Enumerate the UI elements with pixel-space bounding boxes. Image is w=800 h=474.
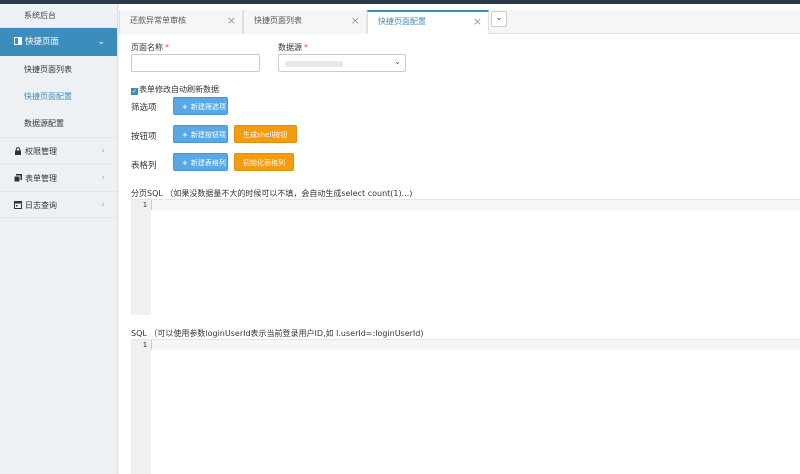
sidebar-item-quick-page-list[interactable]: 快捷页面列表 — [0, 56, 117, 83]
page-name-label: 页面名称 * — [131, 42, 169, 53]
label-text: 数据源 — [278, 43, 302, 52]
tab-label: 快捷页面列表 — [254, 16, 302, 25]
sql-label: SQL （可以使用参数loginUserId表示当前登录用户ID,如 l.use… — [131, 328, 424, 339]
plus-icon: + — [182, 159, 188, 167]
chevron-down-icon: ⌄ — [97, 37, 105, 47]
sidebar-group-logs[interactable]: 日志查询 › — [0, 191, 117, 218]
add-column-button[interactable]: + 新建表格列 — [173, 153, 228, 171]
tab-quick-page-config[interactable]: 快捷页面配置 × — [367, 10, 489, 34]
button-row-label: 按钮项 — [131, 132, 157, 142]
add-button-button[interactable]: + 新建按钮项 — [173, 125, 228, 143]
editor-active-line[interactable] — [151, 200, 800, 210]
line-number: 1 — [142, 341, 147, 349]
required-mark: * — [304, 43, 308, 52]
filter-row-label: 筛选项 — [131, 103, 157, 113]
sidebar: 系统后台 快捷页面 ⌄ 快捷页面列表 快捷页面配置 数据源配置 权限管理 › 表… — [0, 4, 118, 474]
label-text: 页面名称 — [131, 43, 163, 52]
copy-icon — [13, 166, 22, 183]
label-text: 分页SQL — [131, 189, 163, 198]
plus-icon: + — [182, 131, 188, 139]
chevron-right-icon: › — [101, 146, 105, 156]
chevron-down-icon: ⌄ — [394, 57, 401, 66]
editor-gutter — [131, 200, 151, 315]
close-icon[interactable]: × — [473, 12, 482, 32]
line-number: 1 — [142, 201, 147, 209]
sidebar-item-quick-page-config[interactable]: 快捷页面配置 — [0, 83, 117, 110]
tab-quick-page-list[interactable]: 快捷页面列表 × — [243, 10, 367, 34]
close-icon[interactable]: × — [227, 10, 236, 32]
init-columns-button[interactable]: 初始化表格列 — [234, 153, 294, 171]
sidebar-item-datasource-config[interactable]: 数据源配置 — [0, 110, 117, 137]
editor-active-line[interactable] — [151, 340, 800, 350]
chevron-right-icon: › — [101, 173, 105, 183]
sql-editor[interactable]: 1 — [131, 339, 800, 474]
generate-shell-button[interactable]: 生成shell按钮 — [234, 125, 297, 143]
check-icon: ✓ — [131, 88, 138, 95]
button-label: 新建表格列 — [190, 159, 226, 167]
button-label: 新建筛选项 — [190, 103, 226, 111]
add-filter-button[interactable]: + 新建筛选项 — [173, 97, 228, 115]
label-text: SQL — [131, 329, 147, 338]
datasource-select[interactable]: ⌄ — [278, 54, 406, 72]
tab-repayment-audit[interactable]: 还款异常单审核 × — [119, 10, 243, 34]
required-mark: * — [165, 43, 169, 52]
main-panel: 还款异常单审核 × 快捷页面列表 × 快捷页面配置 × ⌄ 页面名称 * 数据源 *… — [119, 4, 800, 474]
tab-label: 还款异常单审核 — [130, 16, 186, 25]
chevron-down-icon[interactable]: ⌄ — [491, 11, 507, 27]
paging-sql-label: 分页SQL （如果没数据量不大的时候可以不填，会自动生成select count… — [131, 188, 412, 199]
auto-refresh-label: 表单修改自动刷新数据 — [139, 85, 219, 94]
tab-label: 快捷页面配置 — [378, 17, 426, 26]
auto-refresh-checkbox[interactable]: ✓ 表单修改自动刷新数据 — [131, 84, 219, 95]
page-icon — [14, 29, 22, 45]
sidebar-title: 系统后台 — [0, 4, 117, 28]
sidebar-group-label: 表单管理 — [25, 174, 57, 183]
sidebar-group-label: 日志查询 — [25, 201, 57, 210]
table-column-row-label: 表格列 — [131, 161, 157, 171]
button-label: 新建按钮项 — [190, 131, 226, 139]
label-hint: （可以使用参数loginUserId表示当前登录用户ID,如 l.userId=… — [149, 329, 424, 338]
close-icon[interactable]: × — [351, 10, 360, 32]
sidebar-group-label: 快捷页面 — [25, 37, 60, 47]
sidebar-group-permissions[interactable]: 权限管理 › — [0, 137, 117, 164]
sidebar-group-forms[interactable]: 表单管理 › — [0, 164, 117, 191]
plus-icon: + — [182, 103, 188, 111]
datasource-selected-value — [285, 61, 343, 67]
datasource-label: 数据源 * — [278, 42, 308, 53]
paging-sql-editor[interactable]: 1 — [131, 199, 800, 315]
calendar-icon — [14, 193, 22, 209]
sidebar-group-label: 权限管理 — [25, 147, 57, 156]
page-name-input[interactable] — [131, 54, 260, 72]
chevron-right-icon: › — [101, 200, 105, 210]
tab-bar: 还款异常单审核 × 快捷页面列表 × 快捷页面配置 × — [119, 10, 800, 34]
label-hint: （如果没数据量不大的时候可以不填，会自动生成select count(1)...… — [165, 189, 413, 198]
sidebar-group-quick-page[interactable]: 快捷页面 ⌄ — [0, 28, 117, 56]
lock-icon — [14, 139, 22, 155]
editor-gutter — [131, 340, 151, 474]
